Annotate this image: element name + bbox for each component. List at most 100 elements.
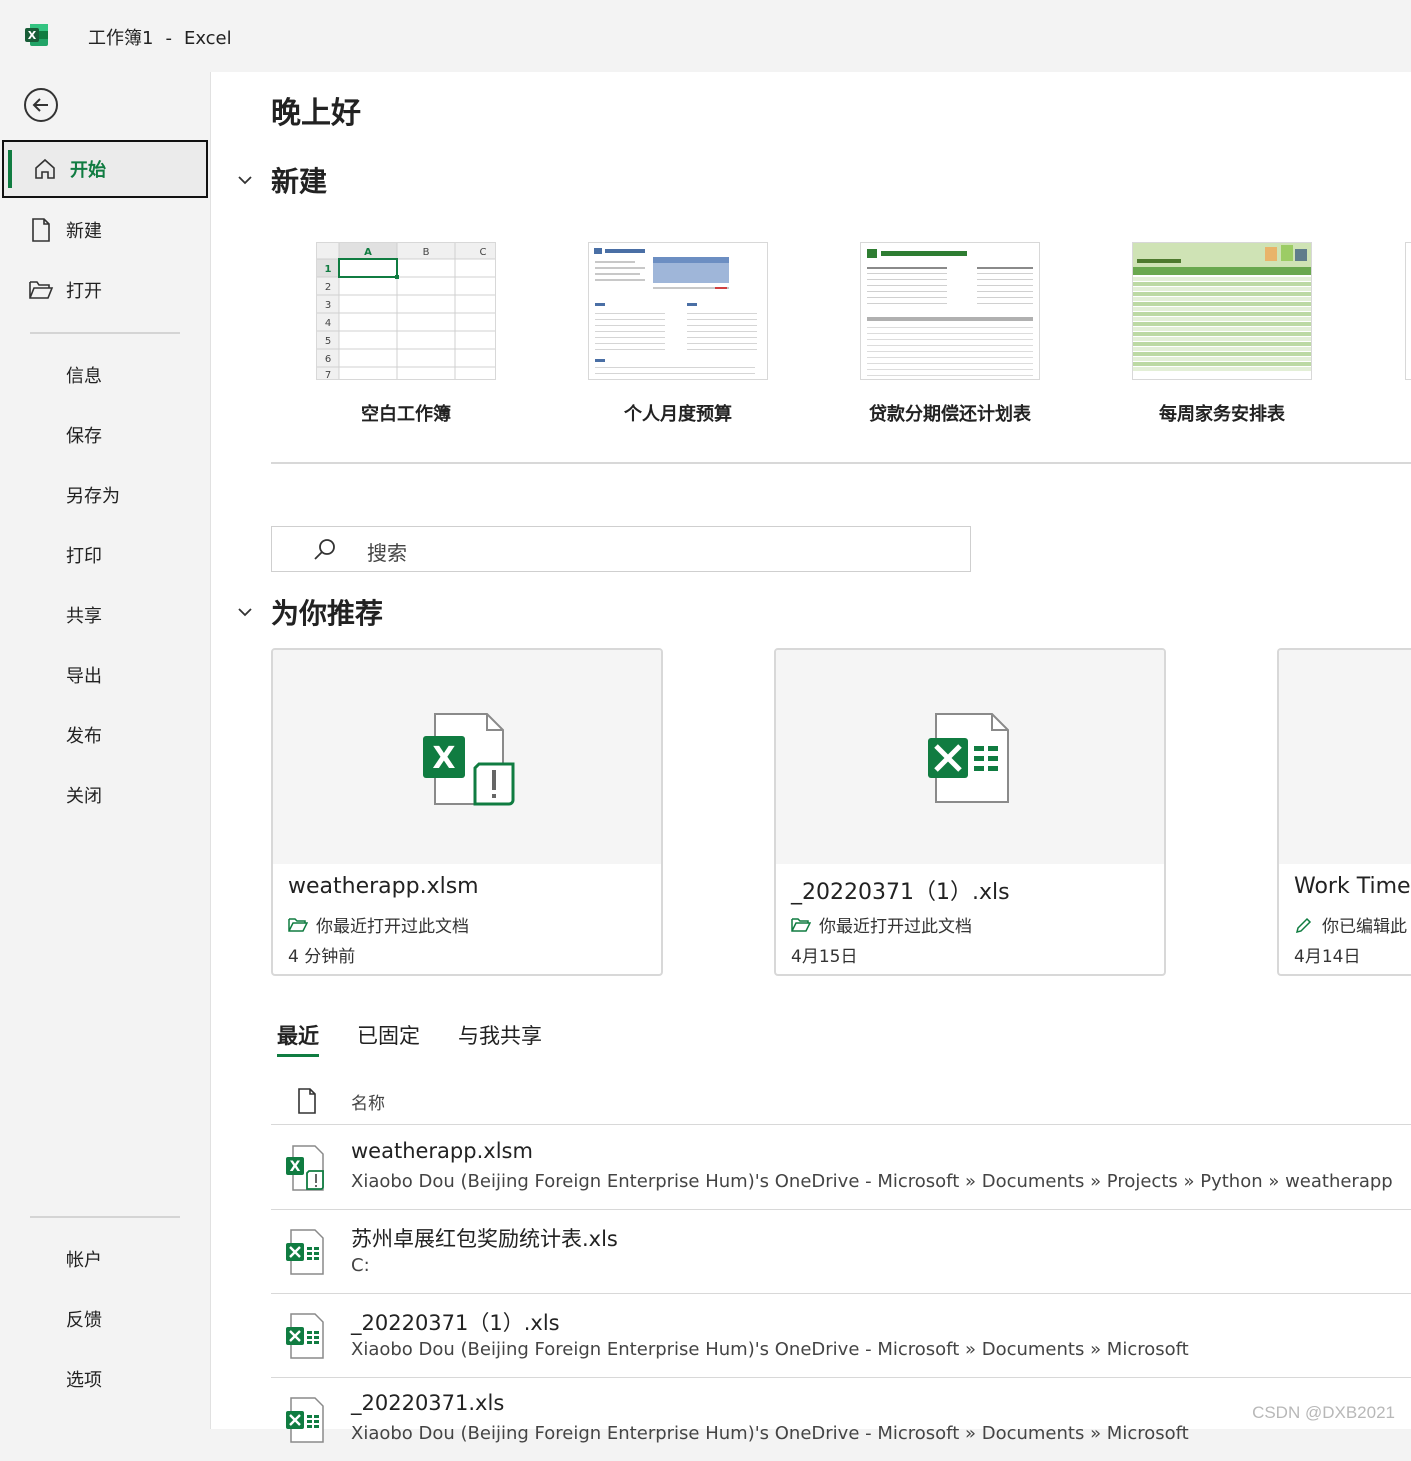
watermark: CSDN @DXB2021 [1252, 1403, 1395, 1422]
folder-open-icon [29, 281, 54, 299]
column-header-name[interactable]: 名称 [351, 1089, 385, 1114]
file-path: C: [351, 1255, 370, 1276]
sidebar-divider [30, 1216, 180, 1218]
tab-pinned[interactable]: 已固定 [357, 1020, 420, 1057]
card-preview [1279, 650, 1411, 864]
grid-col-label: B [423, 247, 430, 258]
excel-macro-file-icon: X [286, 1145, 324, 1191]
backstage-main: 晚上好 新建 A B C 1 2 3 4 5 6 7 空白工作簿 个人月度预算 … [210, 72, 1411, 1444]
title-bar: X 工作簿1- Excel [0, 0, 1411, 72]
card-meta: 你最近打开过此文档 [791, 912, 972, 937]
search-icon [314, 539, 335, 560]
sidebar-item-print[interactable]: 打印 [66, 542, 102, 568]
loan-preview [867, 249, 1033, 376]
sidebar-item-options[interactable]: 选项 [66, 1366, 102, 1392]
template-label: 空白工作簿 [361, 404, 451, 425]
recommended-section-title: 为你推荐 [271, 597, 384, 630]
recommended-card[interactable]: X weatherapp.xlsm 你最近打开过此文档 4 分钟前 [271, 648, 663, 976]
file-name: 苏州卓展红包奖励统计表.xls [351, 1227, 618, 1251]
file-icon [298, 1088, 316, 1114]
window-title: 工作簿1- Excel [88, 28, 232, 49]
sidebar-item-open[interactable]: 打开 [0, 261, 210, 319]
folder-icon [791, 917, 811, 932]
grid-row-label: 1 [325, 264, 332, 275]
new-document-icon [32, 218, 50, 242]
template-personal-budget[interactable]: 个人月度预算 [588, 242, 768, 426]
file-path: Xiaobo Dou (Beijing Foreign Enterprise H… [351, 1171, 1393, 1192]
folder-icon [288, 917, 308, 932]
file-list-row[interactable]: _20220371（1）.xls Xiaobo Dou (Beijing For… [271, 1293, 1411, 1378]
sidebar-item-export[interactable]: 导出 [66, 662, 102, 688]
template-weekly-chores[interactable]: 每周家务安排表 [1132, 242, 1312, 426]
excel-file-icon [286, 1397, 324, 1443]
card-date: 4 分钟前 [288, 947, 356, 967]
template-label: 贷款分期偿还计划表 [869, 404, 1031, 425]
excel-file-icon [286, 1229, 324, 1275]
home-icon [35, 158, 55, 179]
file-name: weatherapp.xlsm [351, 1139, 533, 1163]
sidebar-item-new[interactable]: 新建 [0, 201, 210, 259]
excel-file-icon [286, 1313, 324, 1359]
sidebar-item-home[interactable]: 开始 [2, 140, 208, 198]
grid-col-label: A [364, 247, 372, 258]
grid-row-label: 5 [325, 336, 331, 347]
sidebar-item-label: 打开 [66, 281, 102, 302]
excel-macro-file-icon: X [423, 713, 515, 806]
svg-text:X: X [290, 1159, 301, 1175]
grid-row-label: 3 [325, 300, 331, 311]
card-date: 4月14日 [1294, 947, 1361, 967]
sidebar-divider [30, 332, 180, 334]
card-date: 4月15日 [791, 947, 858, 967]
sidebar-item-account[interactable]: 帐户 [66, 1246, 102, 1272]
template-blank-workbook[interactable]: A B C 1 2 3 4 5 6 7 空白工作簿 [316, 242, 496, 426]
recommended-card[interactable]: _20220371（1）.xls 你最近打开过此文档 4月15日 [774, 648, 1166, 976]
card-file-name: weatherapp.xlsm [288, 874, 479, 899]
sidebar-item-feedback[interactable]: 反馈 [66, 1306, 102, 1332]
svg-text:X: X [28, 29, 37, 42]
template-thumbnail [860, 242, 1040, 380]
search-input[interactable]: 搜索 [367, 537, 407, 566]
card-preview [776, 650, 1164, 864]
file-name: _20220371.xls [351, 1391, 505, 1415]
search-box[interactable]: 搜索 [271, 526, 971, 572]
template-thumbnail [1132, 242, 1312, 380]
template-loan-amortization[interactable]: 贷款分期偿还计划表 [860, 242, 1040, 426]
pencil-icon [1295, 917, 1312, 933]
file-path: Xiaobo Dou (Beijing Foreign Enterprise H… [351, 1423, 1189, 1444]
file-list-row[interactable]: X weatherapp.xlsm Xiaobo Dou (Beijing Fo… [271, 1125, 1411, 1210]
template-thumbnail: A B C 1 2 3 4 5 6 7 [316, 242, 496, 380]
chores-preview [1133, 243, 1311, 371]
chevron-down-icon[interactable] [237, 172, 253, 188]
card-meta: 你已编辑此 [1294, 912, 1407, 937]
file-list-header: 名称 [271, 1084, 1411, 1125]
template-label: 个人月度预算 [624, 404, 732, 425]
template-label: 每周家务安排表 [1159, 404, 1285, 425]
chevron-down-icon[interactable] [237, 604, 253, 620]
file-list-row[interactable]: _20220371.xls Xiaobo Dou (Beijing Foreig… [271, 1377, 1411, 1461]
tab-shared-with-me[interactable]: 与我共享 [458, 1020, 542, 1057]
template-next-partial[interactable] [1405, 242, 1411, 380]
recommended-card[interactable]: Work Time 你已编辑此 4月14日 [1277, 648, 1411, 976]
file-list-row[interactable]: 苏州卓展红包奖励统计表.xls C: [271, 1209, 1411, 1294]
sidebar-item-publish[interactable]: 发布 [66, 722, 102, 748]
sidebar-item-save-as[interactable]: 另存为 [66, 482, 120, 508]
card-preview: X [273, 650, 661, 864]
sidebar-item-share[interactable]: 共享 [66, 602, 102, 628]
arrow-left-icon [32, 98, 48, 112]
tab-recent[interactable]: 最近 [277, 1020, 319, 1057]
backstage-sidebar: 开始 新建 打开 信息 保存 另存为 打印 共享 导出 发布 关闭 帐户 反馈 … [0, 72, 210, 1429]
card-file-name: Work Time [1294, 874, 1411, 899]
grid-row-label: 6 [325, 354, 331, 365]
grid-col-label: C [480, 247, 487, 258]
sidebar-item-close[interactable]: 关闭 [66, 782, 102, 808]
grid-row-label: 2 [325, 282, 331, 293]
card-meta: 你最近打开过此文档 [288, 912, 469, 937]
svg-text:X: X [432, 741, 455, 776]
file-list-tabs: 最近 已固定 与我共享 [277, 1020, 580, 1057]
back-button[interactable] [24, 88, 58, 122]
sidebar-item-info[interactable]: 信息 [66, 362, 102, 388]
sidebar-item-save[interactable]: 保存 [66, 422, 102, 448]
file-path: Xiaobo Dou (Beijing Foreign Enterprise H… [351, 1339, 1189, 1360]
greeting-heading: 晚上好 [271, 96, 361, 131]
sidebar-item-label: 开始 [70, 160, 106, 181]
